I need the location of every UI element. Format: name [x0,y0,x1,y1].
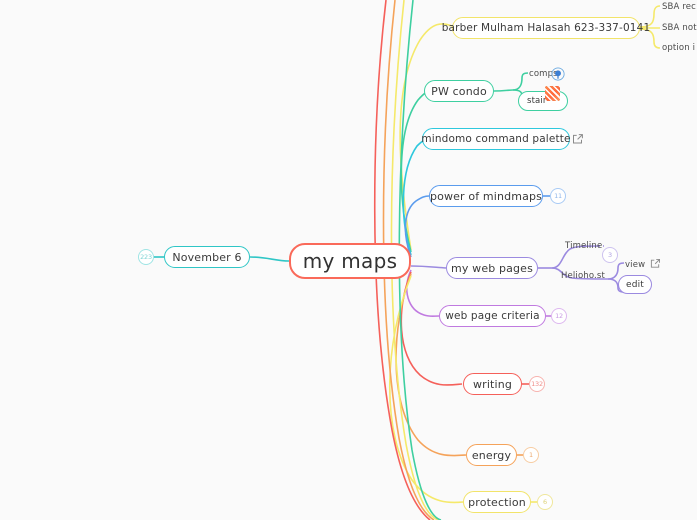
node-power-of-mindmaps-label: power of mindmaps [429,189,543,203]
node-option-i-label: option i [662,43,696,53]
node-power-of-mindmaps[interactable]: power of mindmaps [429,185,543,207]
badge-writing[interactable]: 132 [529,376,545,392]
node-november-6-label: November 6 [172,250,242,264]
node-mindomo-command-palette[interactable]: mindomo command palette [421,128,571,150]
node-stair[interactable]: stair [518,91,568,111]
node-energy-label: energy [471,448,512,462]
node-writing[interactable]: writing [463,373,522,395]
node-protection-label: protection [468,495,526,509]
node-my-web-pages-label: my web pages [451,261,533,275]
node-view-label: view [625,259,646,270]
external-link-icon-view[interactable] [650,258,662,270]
node-pw-condo-label: PW condo [431,84,487,98]
badge-energy[interactable]: 1 [523,447,539,463]
badge-web-page-criteria[interactable]: 12 [551,308,567,324]
node-web-page-criteria[interactable]: web page criteria [439,305,546,327]
node-sba-not-label: SBA not [662,23,697,33]
node-timeline-label: Timeline [565,240,603,251]
node-protection[interactable]: protection [463,491,531,513]
badge-protection[interactable]: 6 [537,494,553,510]
node-sba-rec[interactable]: SBA rec [662,0,697,14]
node-stair-label: stair [527,96,547,106]
external-link-icon-palette[interactable] [572,133,584,145]
node-my-web-pages[interactable]: my web pages [446,257,538,279]
node-edit[interactable]: edit [618,275,652,294]
badge-power-of-mindmaps[interactable]: 11 [550,188,566,204]
node-option-i[interactable]: option i [662,41,697,55]
root-node-my-maps[interactable]: my maps [289,243,411,279]
node-helioho-st[interactable]: Helioho.st [561,269,613,282]
node-writing-label: writing [473,377,512,391]
node-energy[interactable]: energy [466,444,517,466]
node-view[interactable]: view [625,258,649,271]
node-helioho-st-label: Helioho.st [561,270,605,281]
node-edit-label: edit [626,279,644,290]
node-sba-rec-label: SBA rec [662,2,697,12]
node-november-6[interactable]: November 6 [164,246,250,268]
map-pin-icon[interactable] [551,66,565,81]
node-barber-mulham-halasah[interactable]: barber Mulham Halasah 623-337-0141 [442,17,650,39]
node-mindomo-command-palette-label: mindomo command palette [421,133,571,145]
root-node-label: my maps [302,249,398,273]
badge-timeline[interactable]: 3 [602,247,618,263]
image-thumbnail-icon[interactable] [545,86,560,101]
mindmap-canvas[interactable]: my maps November 6 223 barber Mulham Hal… [0,0,697,520]
node-pw-condo[interactable]: PW condo [424,80,494,102]
node-sba-not[interactable]: SBA not [662,21,697,35]
node-barber-mulham-halasah-label: barber Mulham Halasah 623-337-0141 [441,22,651,34]
node-web-page-criteria-label: web page criteria [445,310,540,322]
badge-november-6[interactable]: 223 [138,249,154,265]
